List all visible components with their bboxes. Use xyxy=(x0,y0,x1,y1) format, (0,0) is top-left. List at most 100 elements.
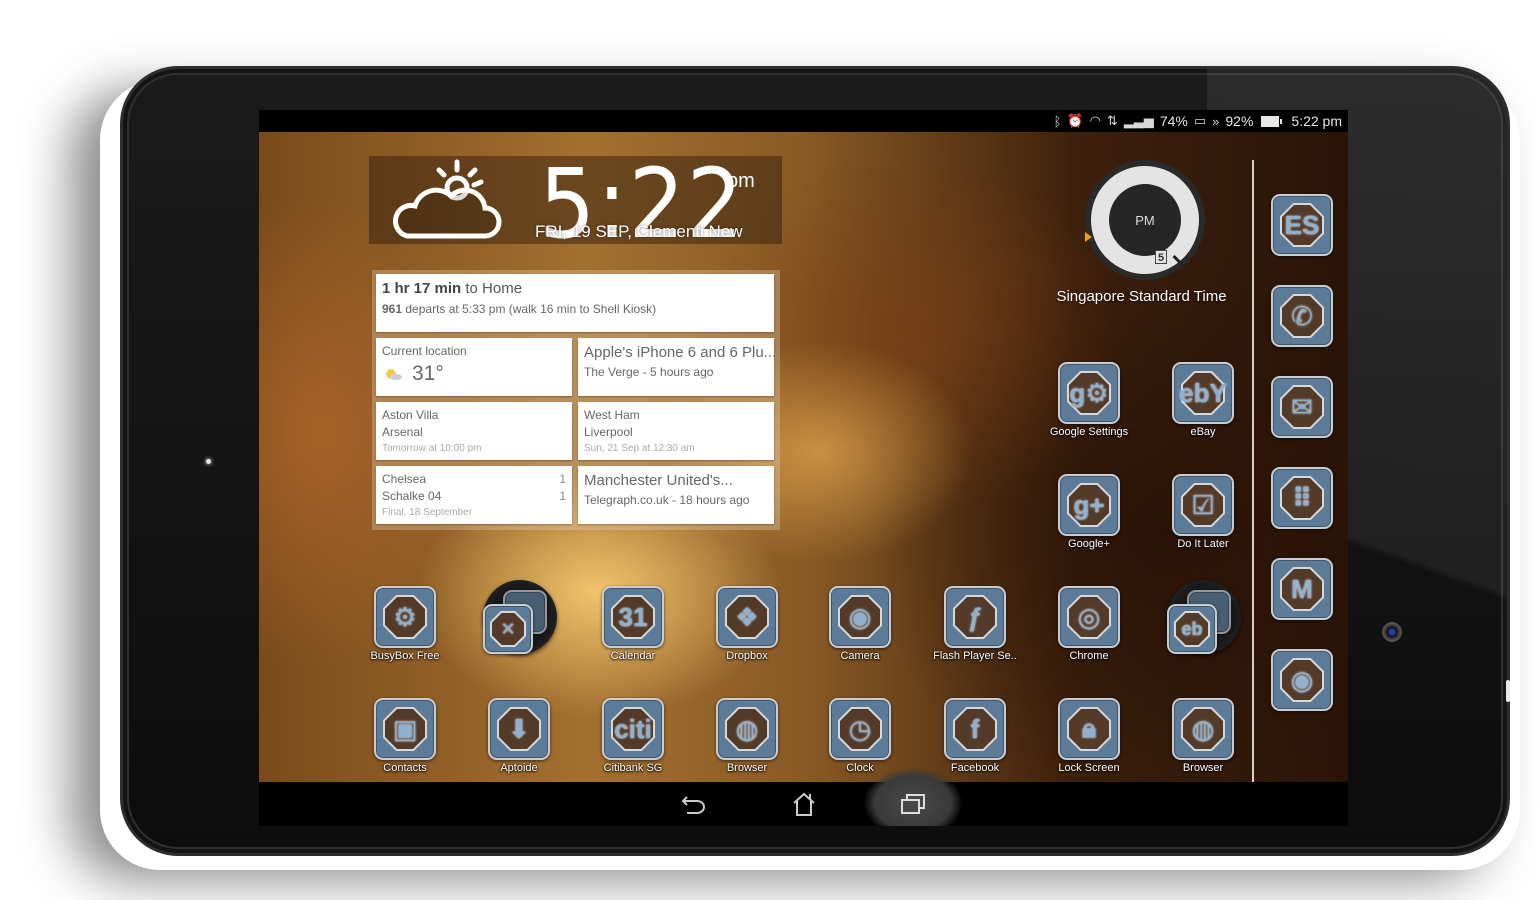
weather-card[interactable]: Current location 31° xyxy=(376,338,572,396)
app-icon[interactable]: g⚙ Google Settings xyxy=(1049,362,1129,458)
home-button[interactable] xyxy=(759,782,849,826)
app-glyph-icon: g+ xyxy=(1073,489,1105,520)
dock-app-app-drawer[interactable]: ⠿ xyxy=(1262,467,1342,563)
app-icon[interactable]: ◉ Camera xyxy=(820,586,900,682)
match-home: West Ham xyxy=(584,408,640,422)
app-glyph-icon: ❖ xyxy=(735,601,759,632)
app-icon[interactable]: g+ Google+ xyxy=(1049,474,1129,570)
light-sensor xyxy=(206,459,211,464)
app-label: Dropbox xyxy=(726,650,768,662)
clock-weather-widget[interactable]: 5:22 pm FRI, 19 SEP, Clementi New xyxy=(369,156,782,252)
google-now-widget: 1 hr 17 min to Home 961 departs at 5:33 … xyxy=(372,270,780,530)
back-button[interactable] xyxy=(649,782,739,826)
match-when: Tomorrow at 10:00 pm xyxy=(382,443,482,454)
app-glyph-icon: ◷ xyxy=(848,713,872,744)
app-label: Browser xyxy=(726,762,768,774)
news-source: The Verge - 5 hours ago xyxy=(584,365,714,379)
app-label: Contacts xyxy=(383,762,427,774)
wallpaper: 5:22 pm FRI, 19 SEP, Clementi New 1 hr 1… xyxy=(259,132,1348,800)
dock-app-es-file-explorer[interactable]: ES xyxy=(1262,194,1342,290)
match-away: Liverpool xyxy=(584,425,633,439)
match-card[interactable]: Aston Villa Arsenal Tomorrow at 10:00 pm xyxy=(376,402,572,460)
app-glyph-icon: eb xyxy=(1181,618,1203,639)
app-label: Aptoide xyxy=(500,762,538,774)
news-card[interactable]: Manchester United's... Telegraph.co.uk -… xyxy=(578,466,774,524)
app-label: Calendar xyxy=(610,650,656,662)
app-glyph-icon: ƒ xyxy=(967,601,983,632)
recent-apps-button[interactable] xyxy=(868,782,958,826)
app-icon[interactable]: ▣ Contacts xyxy=(365,698,445,794)
app-glyph-icon: ◍ xyxy=(1191,713,1215,744)
app-icon[interactable]: ebY eBay xyxy=(1163,362,1243,458)
dock-app-gmail[interactable]: M xyxy=(1262,558,1342,654)
app-label: Facebook xyxy=(950,762,1000,774)
app-label: Do It Later xyxy=(1177,538,1229,550)
app-label: Flash Player Se.. xyxy=(933,650,1017,662)
app-icon[interactable]: ⚙ BusyBox Free xyxy=(365,586,445,682)
world-clock-face: PM xyxy=(1109,184,1181,256)
app-glyph-icon: ebY xyxy=(1179,377,1227,408)
app-icon[interactable]: 🔒︎ Lock Screen xyxy=(1049,698,1129,794)
app-glyph-icon: ES xyxy=(1284,209,1320,240)
dock-battery-icon: » xyxy=(1212,113,1220,129)
app-glyph-icon: g⚙ xyxy=(1069,377,1109,408)
app-glyph-icon: ✆ xyxy=(1291,300,1313,331)
timezone-label: Singapore Standard Time xyxy=(1056,288,1227,305)
status-bar[interactable]: ᛒ ⏰ ◠ ⇅ ▂▃▅ 74% ▭ » 92% 5:22 pm xyxy=(259,110,1348,132)
data-arrows-icon: ⇅ xyxy=(1106,113,1118,128)
weather-label: Current location xyxy=(382,344,467,358)
world-clock-widget[interactable]: PM 5 xyxy=(1085,160,1205,280)
match-when: Final, 18 September xyxy=(382,507,473,518)
match-away-score: 1 xyxy=(559,489,566,503)
news-card[interactable]: Apple's iPhone 6 and 6 Plu... The Verge … xyxy=(578,338,777,396)
commute-card[interactable]: 1 hr 17 min to Home 961 departs at 5:33 … xyxy=(376,274,774,332)
front-camera xyxy=(1382,622,1402,642)
news-source: Telegraph.co.uk - 18 hours ago xyxy=(584,493,750,507)
app-glyph-icon: ◉ xyxy=(1290,664,1314,695)
app-folder[interactable]: ✕ xyxy=(479,580,559,682)
app-icon[interactable]: ◎ Chrome xyxy=(1049,586,1129,682)
app-glyph-icon: ⬇ xyxy=(508,713,530,744)
match-card[interactable]: West Ham Liverpool Sun, 21 Sep at 12:30 … xyxy=(578,402,774,460)
dock-app-messaging[interactable]: ✉ xyxy=(1262,376,1342,472)
app-label: Citibank SG xyxy=(603,762,663,774)
dock-app-camera[interactable]: ◉ xyxy=(1262,649,1342,745)
app-label: Google Settings xyxy=(1049,426,1129,438)
partly-cloudy-icon xyxy=(393,159,502,239)
commute-detail: departs at 5:33 pm (walk 16 min to Shell… xyxy=(405,302,657,316)
battery-icon xyxy=(1261,115,1283,127)
app-icon[interactable]: ◍ Browser xyxy=(707,698,787,794)
clock-ampm: pm xyxy=(727,170,755,192)
app-icon[interactable]: citi Citibank SG xyxy=(593,698,673,794)
app-icon[interactable]: ◍ Browser xyxy=(1163,698,1243,794)
dock-divider xyxy=(1252,160,1254,800)
app-label: Chrome xyxy=(1069,650,1109,662)
weather-temperature: 31° xyxy=(412,362,444,385)
news-headline: Apple's iPhone 6 and 6 Plu... xyxy=(584,344,777,361)
app-glyph-icon: ✕ xyxy=(500,618,516,639)
app-icon[interactable]: ⬇ Aptoide xyxy=(479,698,559,794)
navigation-bar xyxy=(259,768,1348,826)
dock-app-phone[interactable]: ✆ xyxy=(1262,285,1342,381)
app-glyph-icon: 31 xyxy=(618,601,648,632)
battery-percent: 92% xyxy=(1225,113,1254,129)
app-glyph-icon: ⚙ xyxy=(393,601,417,632)
world-clock-hour: 5 xyxy=(1155,250,1167,264)
app-glyph-icon: ▣ xyxy=(392,713,418,744)
app-label: Google+ xyxy=(1068,538,1110,550)
recent-apps-icon xyxy=(901,794,925,814)
app-icon[interactable]: ƒ Flash Player Se.. xyxy=(933,586,1017,682)
stage: ᛒ ⏰ ◠ ⇅ ▂▃▅ 74% ▭ » 92% 5:22 pm 5:22 pm … xyxy=(0,0,1537,900)
app-folder[interactable]: eb xyxy=(1163,580,1243,682)
app-label: Lock Screen xyxy=(1058,762,1120,774)
screen-mirror-icon: ▭ xyxy=(1193,113,1207,128)
app-glyph-icon: citi xyxy=(614,713,652,744)
app-label: Camera xyxy=(840,650,880,662)
app-glyph-icon: ◉ xyxy=(848,601,872,632)
app-icon[interactable]: ❖ Dropbox xyxy=(707,586,787,682)
match-card[interactable]: Chelsea 1 Schalke 04 1 Final, 18 Septemb… xyxy=(376,466,572,524)
app-glyph-icon: ✉ xyxy=(1291,391,1313,422)
app-icon[interactable]: 31 Calendar xyxy=(593,586,673,682)
app-icon[interactable]: ☑ Do It Later xyxy=(1163,474,1243,570)
alarm-icon: ⏰ xyxy=(1067,113,1084,128)
